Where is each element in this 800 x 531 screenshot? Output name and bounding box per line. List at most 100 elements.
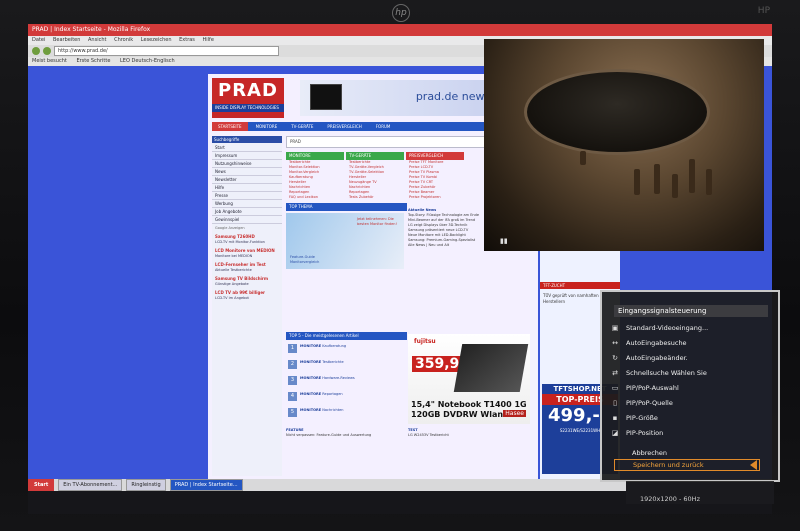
- sidebar-item[interactable]: Job Angebote: [212, 208, 282, 216]
- logo-text: PRAD: [218, 80, 278, 101]
- pip-icon: ▭: [611, 384, 619, 392]
- taskbar-item-active[interactable]: PRAD | Index Startseite...: [169, 479, 243, 491]
- menu-chronik[interactable]: Chronik: [114, 37, 133, 43]
- top-thema-image[interactable]: Jetzt teilnehmen: Die besten Monitor fin…: [286, 213, 404, 269]
- video-figure: [580, 151, 586, 165]
- category-preisvergleich: PREISVERGLEICH Preise TFT Monitore Preis…: [406, 152, 464, 200]
- top5-item[interactable]: 3 MONITORE Hardware-Reviews: [286, 376, 418, 385]
- video-figure: [634, 169, 640, 195]
- top5-cat: MONITORE: [300, 376, 322, 380]
- menu-bearbeiten[interactable]: Bearbeiten: [53, 37, 80, 43]
- menu-extras[interactable]: Extras: [179, 37, 195, 43]
- search-icon: ⇄: [612, 369, 618, 377]
- osd-item-autoeingabeaender[interactable]: ↻ AutoEingabeänder.: [610, 352, 766, 364]
- menu-ansicht[interactable]: Ansicht: [88, 37, 106, 43]
- taskbar-item[interactable]: Ein TV-Abonnement...: [58, 479, 123, 491]
- osd-item-label: AutoEingabeänder.: [626, 354, 688, 362]
- osd-title: Eingangssignalsteuerung: [614, 305, 768, 317]
- ad-text: LCD-TV mit Monitor-Funktion: [215, 240, 265, 244]
- monitorvergleich-link[interactable]: Monitorvergleich: [290, 260, 319, 265]
- sidebar-item[interactable]: Hilfe: [212, 184, 282, 192]
- sidebar-item[interactable]: Presse: [212, 192, 282, 200]
- osd-save-button[interactable]: Speichern und zurück: [614, 459, 760, 471]
- bookmark-leo[interactable]: LEO Deutsch-Englisch: [120, 58, 175, 64]
- tab-forum[interactable]: FORUM: [370, 122, 397, 131]
- rank-badge: 3: [288, 376, 297, 385]
- osd-item-pip-position[interactable]: ◪ PIP-Position: [610, 427, 766, 439]
- top5-text: Nachrichten: [322, 408, 344, 412]
- notebook-ad[interactable]: fujitsu 359,99€ 15,4" Notebook T1400 1G …: [408, 334, 530, 424]
- feature-text[interactable]: Nicht verpassen: Feature-Guide und Auswe…: [286, 433, 404, 438]
- test-block: TEST LG W2453V Testbericht: [408, 428, 530, 438]
- sidebar-item[interactable]: Impressum: [212, 152, 282, 160]
- rank-badge: 2: [288, 360, 297, 369]
- pip-source-icon: ▯: [613, 399, 617, 407]
- rank-badge: 5: [288, 408, 297, 417]
- osd-menu: Eingangssignalsteuerung ▣ Standard-Videoe…: [600, 290, 780, 482]
- taskbar-item[interactable]: Ringleinstig: [126, 479, 166, 491]
- sidebar-search-head: Suchbegriffe: [212, 136, 282, 143]
- hp-logo: hp: [392, 4, 410, 22]
- category-monitore: MONITORE Testberichte Monitor-Selektion …: [286, 152, 344, 200]
- ad-text: Aktuelle Testberichte: [215, 268, 252, 272]
- input-icon: ▣: [611, 324, 619, 332]
- category-head[interactable]: PREISVERGLEICH: [406, 152, 464, 160]
- sidebar-item[interactable]: Start: [212, 144, 282, 152]
- osd-item-pip-groesse[interactable]: ▪ PIP-Größe: [610, 412, 766, 424]
- osd-item-pip-quelle[interactable]: ▯ PIP/PoP-Quelle: [610, 397, 766, 409]
- category-link[interactable]: Preise Projektoren: [406, 195, 464, 200]
- top5-item[interactable]: 2 MONITORE Testberichte: [286, 360, 418, 369]
- category-head[interactable]: MONITORE: [286, 152, 344, 160]
- menu-lesezeichen[interactable]: Lesezeichen: [141, 37, 172, 43]
- monitor-bezel: hp HP PRAD | Index Startseite - Mozilla …: [0, 0, 800, 531]
- top5-cat: MONITORE: [300, 344, 322, 348]
- sidebar-item[interactable]: Gewinnspiel: [212, 216, 282, 224]
- url-field[interactable]: http://www.prad.de/: [54, 46, 279, 56]
- tab-startseite[interactable]: STARTSEITE: [212, 122, 248, 131]
- osd-item-schnellsuche[interactable]: ⇄ Schnellsuche Wählen Sie: [610, 367, 766, 379]
- ad-red-banner[interactable]: TFT-ZUCHT: [540, 282, 620, 289]
- category-head[interactable]: TV-GERÄTE: [346, 152, 404, 160]
- menu-hilfe[interactable]: Hilfe: [203, 37, 214, 43]
- back-icon[interactable]: [32, 47, 40, 55]
- rank-badge: 4: [288, 392, 297, 401]
- top5-item[interactable]: 4 MONITORE Reportagen: [286, 392, 418, 401]
- osd-item-label: PIP-Position: [626, 429, 664, 437]
- window-title: PRAD | Index Startseite - Mozilla Firefo…: [28, 24, 772, 36]
- google-ads-label: Google Anzeigen: [215, 226, 245, 230]
- bookmark-meist-besucht[interactable]: Meist besucht: [32, 58, 67, 64]
- video-figure: [672, 174, 678, 198]
- osd-item-autoeingabesuche[interactable]: ↔ AutoEingabesuche: [610, 337, 766, 349]
- top5-cat: MONITORE: [300, 360, 322, 364]
- top5-item[interactable]: 1 MONITORE Kaufberatung: [286, 344, 418, 353]
- pip-size-icon: ▪: [612, 414, 618, 422]
- pause-icon[interactable]: ▮▮: [500, 237, 508, 245]
- top5-item[interactable]: 5 MONITORE Nachrichten: [286, 408, 418, 417]
- hasee-logo: Hasee: [503, 410, 526, 417]
- video-figure: [706, 169, 712, 195]
- category-link[interactable]: FAQ und Lexikon: [286, 195, 344, 200]
- sidebar-item[interactable]: Newsletter: [212, 176, 282, 184]
- pip-video-window[interactable]: ▮▮: [484, 39, 764, 251]
- start-button[interactable]: Start: [28, 479, 55, 491]
- bookmark-erste-schritte[interactable]: Erste Schritte: [76, 58, 110, 64]
- logo-tagline: INSIDE DISPLAY TECHNOLOGIES: [212, 104, 284, 112]
- prad-logo[interactable]: PRAD INSIDE DISPLAY TECHNOLOGIES: [212, 78, 284, 118]
- top-thema-text: Jetzt teilnehmen: Die besten Monitor fin…: [357, 217, 397, 226]
- osd-item-label: Standard-Videoeingang...: [626, 324, 709, 332]
- sidebar-item[interactable]: Werbung: [212, 200, 282, 208]
- test-text[interactable]: LG W2453V Testbericht: [408, 433, 530, 438]
- forward-icon[interactable]: [43, 47, 51, 55]
- osd-item-pip-auswahl[interactable]: ▭ PIP/PoP-Auswahl: [610, 382, 766, 394]
- tab-preisvergleich[interactable]: PREISVERGLEICH: [321, 122, 367, 131]
- auto-icon: ↔: [612, 339, 618, 347]
- sidebar-item[interactable]: Nutzungshinweise: [212, 160, 282, 168]
- osd-cancel-button[interactable]: Abbrechen: [632, 449, 667, 457]
- category-link[interactable]: Tests Zubehör: [346, 195, 404, 200]
- tab-tv-geraete[interactable]: TV-GERÄTE: [285, 122, 319, 131]
- sidebar-item[interactable]: News: [212, 168, 282, 176]
- osd-item-standard-video[interactable]: ▣ Standard-Videoeingang...: [610, 322, 766, 334]
- tab-monitore[interactable]: MONITORE: [250, 122, 284, 131]
- tv-image: [310, 84, 342, 110]
- menu-datei[interactable]: Datei: [32, 37, 45, 43]
